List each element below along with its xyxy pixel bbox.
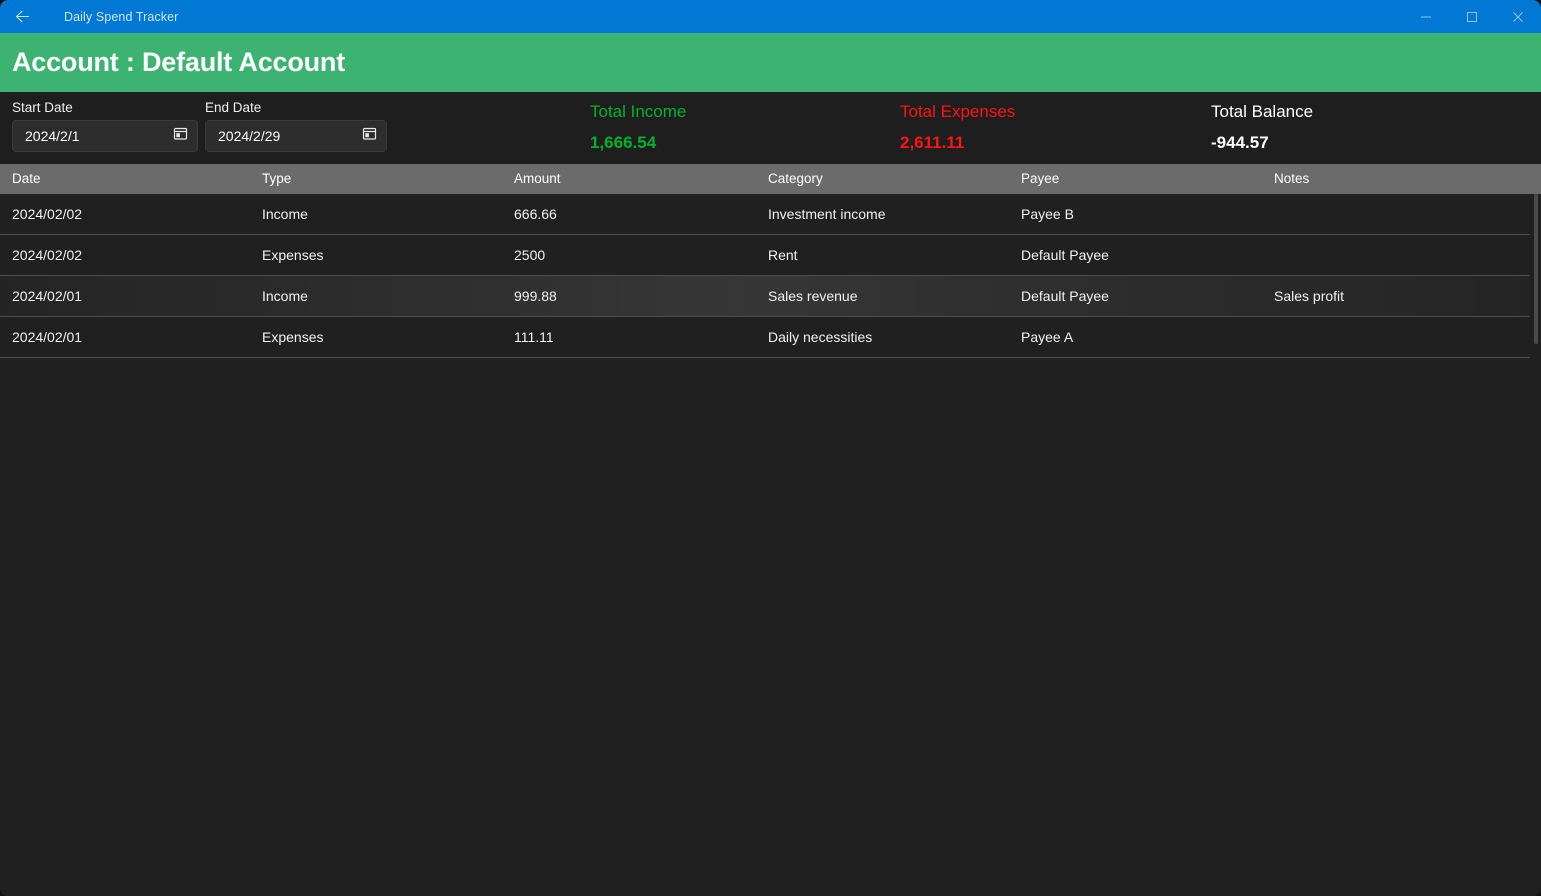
column-header-amount[interactable]: Amount [514, 171, 561, 186]
cell-amount: 999.88 [514, 288, 557, 304]
account-header: Account : Default Account [0, 33, 1541, 92]
app-window: Daily Spend Tracker Account: Default Ac… [0, 0, 1541, 896]
cell-payee: Payee B [1021, 206, 1074, 222]
caption-button-group [1403, 0, 1541, 33]
column-header-payee[interactable]: Payee [1021, 171, 1059, 186]
cell-type: Income [262, 288, 308, 304]
end-date-value: 2024/2/29 [218, 128, 281, 144]
total-balance-label: Total Balance [1211, 102, 1314, 121]
cell-amount: 2500 [514, 247, 546, 263]
cell-notes: Sales profit [1274, 288, 1345, 304]
table-row[interactable]: 2024/02/02 Expenses 2500 Rent Default Payee [0, 235, 1530, 276]
cell-date: 2024/02/02 [12, 206, 83, 222]
cell-amount: 666.66 [514, 206, 557, 222]
end-date-input[interactable]: 2024/2/29 [205, 120, 387, 152]
table-row[interactable]: 2024/02/01 Income 999.88 Sales revenue Defau… [0, 276, 1530, 317]
minimize-button[interactable] [1403, 0, 1449, 33]
cell-date: 2024/02/01 [12, 288, 83, 304]
cell-amount: 111.11 [514, 329, 554, 345]
table-row[interactable]: 2024/02/01 Expenses 111.11 Daily necessitie… [0, 317, 1530, 358]
cell-payee: Default Payee [1021, 247, 1109, 263]
calendar-icon[interactable] [362, 126, 377, 146]
vertical-scrollbar[interactable] [1533, 194, 1539, 896]
cell-date: 2024/02/01 [12, 329, 83, 345]
maximize-icon [1466, 11, 1478, 23]
table-row[interactable]: 2024/02/02 Income 666.66 Investment income P… [0, 194, 1530, 235]
end-date-label: End Date [205, 100, 262, 115]
window-title: Daily Spend Tracker [64, 9, 179, 24]
close-icon [1512, 11, 1524, 23]
column-header-category[interactable]: Category [768, 171, 823, 186]
total-income-label: Total Income [590, 102, 687, 121]
title-bar: Daily Spend Tracker [0, 0, 1541, 33]
cell-category: Rent [768, 247, 798, 263]
total-income-value: 1,666.54 [590, 133, 657, 152]
column-header-type[interactable]: Type [262, 171, 291, 186]
total-income-block: Total Income 1,666.54 [590, 100, 686, 155]
transactions-table: 2024/02/02 Income 666.66 Investment income P… [0, 194, 1541, 896]
filter-summary-bar: Start Date 2024/2/1 End Date 2024/2/29 T… [0, 92, 1541, 244]
table-header-row: Date Type Amount Category Payee Notes [0, 164, 1541, 194]
cell-date: 2024/02/02 [12, 247, 83, 263]
cell-type: Expenses [262, 329, 324, 345]
total-balance-value: -944.57 [1211, 133, 1269, 152]
start-date-label: Start Date [12, 100, 73, 115]
start-date-input[interactable]: 2024/2/1 [12, 120, 198, 152]
end-date-group: End Date 2024/2/29 [205, 100, 387, 152]
minimize-icon [1420, 11, 1432, 23]
start-date-group: Start Date 2024/2/1 [12, 100, 198, 152]
column-header-date[interactable]: Date [12, 171, 41, 186]
cell-type: Income [262, 206, 308, 222]
cell-category: Investment income [768, 206, 886, 222]
cell-category: Sales revenue [768, 288, 858, 304]
total-balance-block: Total Balance -944.57 [1211, 100, 1313, 155]
calendar-icon[interactable] [173, 126, 188, 146]
total-expenses-value: 2,611.11 [900, 133, 965, 152]
back-button[interactable] [0, 0, 44, 33]
back-arrow-icon [14, 8, 31, 25]
column-header-notes[interactable]: Notes [1274, 171, 1309, 186]
total-expenses-label: Total Expenses [900, 102, 1016, 121]
cell-payee: Payee A [1021, 329, 1074, 345]
page-title: Account : Default Account [12, 47, 346, 77]
cell-payee: Default Payee [1021, 288, 1109, 304]
close-button[interactable] [1495, 0, 1541, 33]
start-date-value: 2024/2/1 [25, 128, 80, 144]
cell-category: Daily necessities [768, 329, 873, 345]
cell-type: Expenses [262, 247, 324, 263]
scrollbar-thumb[interactable] [1534, 194, 1538, 344]
maximize-button[interactable] [1449, 0, 1495, 33]
total-expenses-block: Total Expenses 2,611.11 [900, 100, 1015, 155]
